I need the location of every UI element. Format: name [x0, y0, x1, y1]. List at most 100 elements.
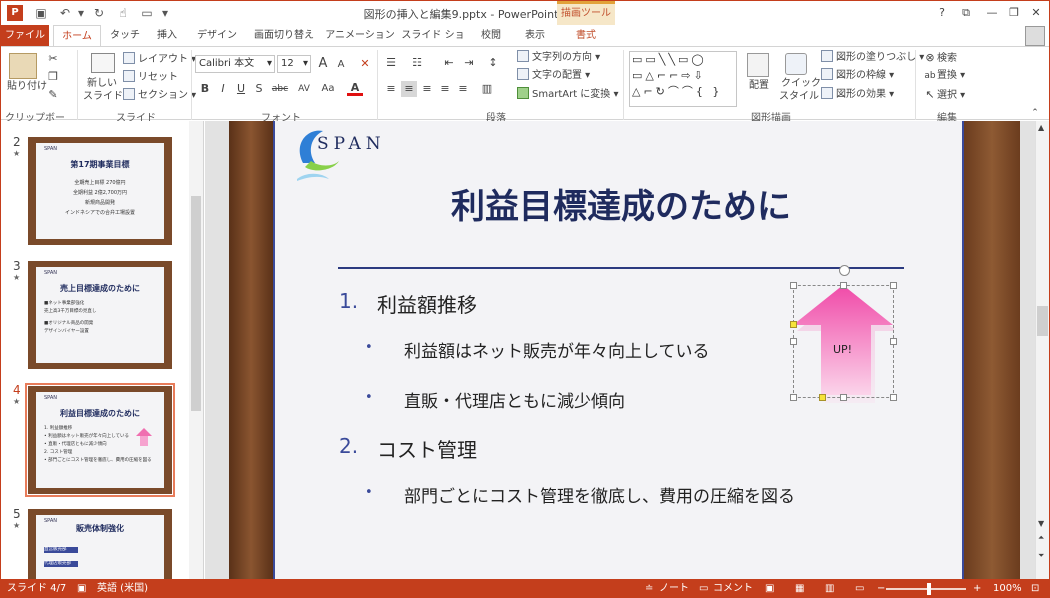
close-button[interactable]: ✕: [1025, 4, 1047, 22]
resize-handle[interactable]: [840, 394, 847, 401]
resize-handle[interactable]: [840, 282, 847, 289]
font-color-button[interactable]: A: [347, 80, 363, 96]
increase-indent-icon[interactable]: ⇥: [461, 55, 477, 71]
tab-home[interactable]: ホーム: [53, 25, 101, 46]
clear-format-icon[interactable]: ✕: [357, 56, 373, 72]
shape-effects-button[interactable]: 図形の効果 ▾: [821, 87, 894, 102]
zoom-out-button[interactable]: −: [877, 579, 885, 597]
distributed-icon[interactable]: ≡: [455, 81, 471, 97]
slide-scrollbar[interactable]: ▲ ▼ ⏶ ⏷: [1035, 121, 1049, 579]
font-size-select[interactable]: 12 ▾: [277, 55, 311, 73]
change-case-button[interactable]: Aa: [317, 81, 339, 97]
new-slide-label-1[interactable]: 新しい: [87, 77, 117, 91]
layout-button[interactable]: レイアウト ▾: [123, 52, 196, 67]
rotate-handle[interactable]: [839, 265, 850, 276]
paste-icon[interactable]: [9, 53, 37, 79]
bullet-text[interactable]: 部門ごとにコスト管理を徹底し、費用の圧縮を図る: [404, 482, 795, 507]
arrange-button[interactable]: 配置: [749, 79, 769, 93]
shadow-button[interactable]: S: [251, 81, 267, 97]
shrink-font-icon[interactable]: A: [333, 57, 349, 73]
numbering-icon[interactable]: ☷: [409, 55, 425, 71]
bold-button[interactable]: B: [197, 81, 213, 97]
tab-view[interactable]: 表示: [517, 25, 553, 46]
previous-slide-icon[interactable]: ⏶: [1038, 533, 1044, 543]
zoom-level[interactable]: 100%: [993, 579, 1022, 597]
next-slide-icon[interactable]: ⏷: [1038, 551, 1044, 561]
quick-styles-label-2[interactable]: スタイル: [779, 90, 819, 104]
list-heading-1[interactable]: 利益額推移: [377, 289, 477, 318]
arrange-icon[interactable]: [747, 53, 769, 77]
resize-handle[interactable]: [890, 338, 897, 345]
resize-handle[interactable]: [890, 394, 897, 401]
fit-to-window-icon[interactable]: ⊡: [1031, 579, 1039, 597]
slide-thumbnail-5[interactable]: SPAN 販売体制強化 直営販売部 代理店販売部: [28, 509, 172, 579]
decrease-indent-icon[interactable]: ⇤: [441, 55, 457, 71]
help-button[interactable]: ?: [931, 4, 953, 22]
tab-insert[interactable]: 挿入: [149, 25, 185, 46]
replace-button[interactable]: ab置換 ▾: [923, 68, 965, 84]
tab-design[interactable]: デザイン: [193, 25, 241, 46]
paste-button[interactable]: 貼り付け: [7, 80, 47, 94]
italic-button[interactable]: I: [215, 81, 231, 97]
select-button[interactable]: ↖ 選択 ▾: [923, 87, 965, 103]
quick-styles-icon[interactable]: [785, 53, 807, 75]
smartart-convert-button[interactable]: SmartArt に変換 ▾: [517, 87, 619, 102]
section-button[interactable]: セクション ▾: [123, 88, 196, 103]
underline-button[interactable]: U: [233, 81, 249, 97]
resize-handle[interactable]: [790, 338, 797, 345]
comments-icon[interactable]: ▭: [699, 579, 708, 597]
minimize-button[interactable]: —: [981, 4, 1003, 22]
zoom-in-button[interactable]: +: [973, 579, 981, 597]
language-status[interactable]: 英語 (米国): [97, 579, 148, 597]
bullet-text[interactable]: 直販・代理店ともに減少傾向: [404, 387, 625, 412]
notes-button[interactable]: ノート: [659, 579, 689, 597]
undo-dropdown-icon[interactable]: ▾: [73, 5, 89, 21]
tab-file[interactable]: ファイル: [1, 25, 49, 46]
copy-icon[interactable]: ❐: [45, 69, 61, 85]
notes-icon[interactable]: ≐: [645, 579, 653, 597]
undo-icon[interactable]: ↶: [57, 5, 73, 21]
restore-button[interactable]: ❐: [1003, 4, 1025, 22]
quick-styles-label-1[interactable]: クイック: [781, 77, 821, 91]
ribbon-display-button[interactable]: ⧉: [955, 4, 977, 22]
char-spacing-button[interactable]: AV: [293, 81, 315, 97]
user-avatar[interactable]: [1025, 26, 1045, 46]
thumbnails-scrollbar-thumb[interactable]: [191, 196, 201, 411]
spellcheck-icon[interactable]: ▣: [77, 579, 86, 597]
cut-icon[interactable]: ✂: [45, 51, 61, 67]
slide-scrollbar-thumb[interactable]: [1037, 306, 1048, 336]
shape-fill-button[interactable]: 図形の塗りつぶし ▾: [821, 50, 924, 65]
save-icon[interactable]: ▣: [33, 5, 49, 21]
touch-mode-icon[interactable]: ☝: [115, 5, 131, 21]
reading-view-icon[interactable]: ▥: [825, 579, 834, 597]
align-right-icon[interactable]: ≡: [419, 81, 435, 97]
slide-thumbnail-4[interactable]: SPAN 利益目標達成のために 1. 利益額推移 • 利益額はネット販売が年々向…: [28, 386, 172, 494]
new-slide-icon[interactable]: [91, 53, 115, 73]
resize-handle[interactable]: [890, 282, 897, 289]
strikethrough-button[interactable]: abc: [269, 81, 291, 97]
comments-button[interactable]: コメント: [713, 579, 753, 597]
bullet-text[interactable]: 利益額はネット販売が年々向上している: [404, 337, 710, 362]
find-button[interactable]: ⊗ 検索: [923, 50, 957, 66]
reset-button[interactable]: リセット: [123, 70, 178, 85]
tab-format[interactable]: 書式: [561, 25, 611, 46]
arrow-text[interactable]: UP!: [833, 343, 852, 356]
scroll-down-icon[interactable]: ▼: [1038, 519, 1044, 528]
shape-outline-button[interactable]: 図形の枠線 ▾: [821, 68, 894, 83]
scroll-up-icon[interactable]: ▲: [1038, 123, 1044, 132]
list-heading-2[interactable]: コスト管理: [377, 434, 477, 463]
adjust-handle[interactable]: [790, 321, 797, 328]
shapes-gallery[interactable]: ▭▭╲╲▭◯ ▭△⌐⌐⇨⇩ △⌐↻⌒⌒{ }: [629, 51, 737, 107]
line-spacing-icon[interactable]: ↕: [485, 55, 501, 71]
collapse-ribbon-icon[interactable]: ⌃: [1027, 105, 1043, 121]
tab-slideshow[interactable]: スライド ショー: [401, 25, 465, 62]
new-slide-label-2[interactable]: スライド: [83, 90, 123, 104]
resize-handle[interactable]: [790, 394, 797, 401]
slide-sorter-icon[interactable]: ▦: [795, 579, 804, 597]
normal-view-icon[interactable]: ▣: [765, 579, 774, 597]
zoom-slider-knob[interactable]: [927, 583, 931, 595]
align-left-icon[interactable]: ≡: [383, 81, 399, 97]
columns-icon[interactable]: ▥: [479, 81, 495, 97]
align-text-button[interactable]: 文字の配置 ▾: [517, 68, 590, 83]
resize-handle[interactable]: [790, 282, 797, 289]
